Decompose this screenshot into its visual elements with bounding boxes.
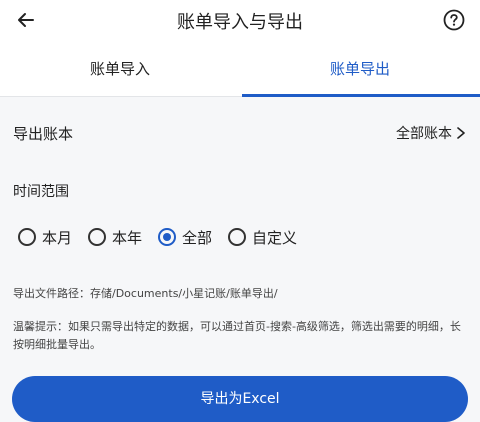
tab-export[interactable]: 账单导出 [240, 40, 480, 96]
export-book-value: 全部账本 [396, 126, 452, 142]
time-range-label: 时间范围 [13, 184, 69, 200]
time-range-options: 本月 本年 全部 自定义 [18, 222, 313, 252]
radio-label: 本年 [112, 228, 143, 247]
chevron-right-icon [457, 127, 465, 139]
tip-text: 温馨提示：如果只需导出特定的数据，可以通过首页-搜索-高级筛选，筛选出需要的明细… [13, 320, 461, 351]
radio-option-all[interactable]: 全部 [158, 227, 212, 248]
radio-label: 自定义 [252, 228, 298, 247]
radio-option-custom[interactable]: 自定义 [228, 227, 297, 248]
radio-button[interactable] [18, 228, 36, 246]
radio-button-selected[interactable] [158, 228, 177, 246]
export-book-row[interactable]: 导出账本 全部账本 [0, 112, 480, 152]
top-app-bar: 账单导入与导出 [0, 0, 480, 40]
help-button[interactable] [438, 4, 470, 36]
active-tab-indicator [242, 94, 480, 97]
radio-button[interactable] [88, 228, 107, 246]
export-path-text: 导出文件路径：存储/Documents/小星记账/账单导出/ [13, 287, 278, 300]
export-excel-button[interactable]: 导出为Excel [12, 376, 468, 422]
radio-option-this-year[interactable]: 本年 [88, 227, 142, 248]
export-book-selector[interactable]: 全部账本 [396, 123, 466, 143]
radio-label: 全部 [182, 228, 213, 247]
export-book-label: 导出账本 [13, 125, 74, 143]
tab-bar: 账单导入 账单导出 [0, 40, 480, 97]
page-title: 账单导入与导出 [177, 12, 303, 33]
question-circle-icon [443, 9, 465, 31]
radio-option-this-month[interactable]: 本月 [18, 227, 72, 248]
tab-import[interactable]: 账单导入 [0, 40, 240, 96]
radio-label: 本月 [42, 228, 73, 247]
radio-button[interactable] [228, 228, 247, 246]
